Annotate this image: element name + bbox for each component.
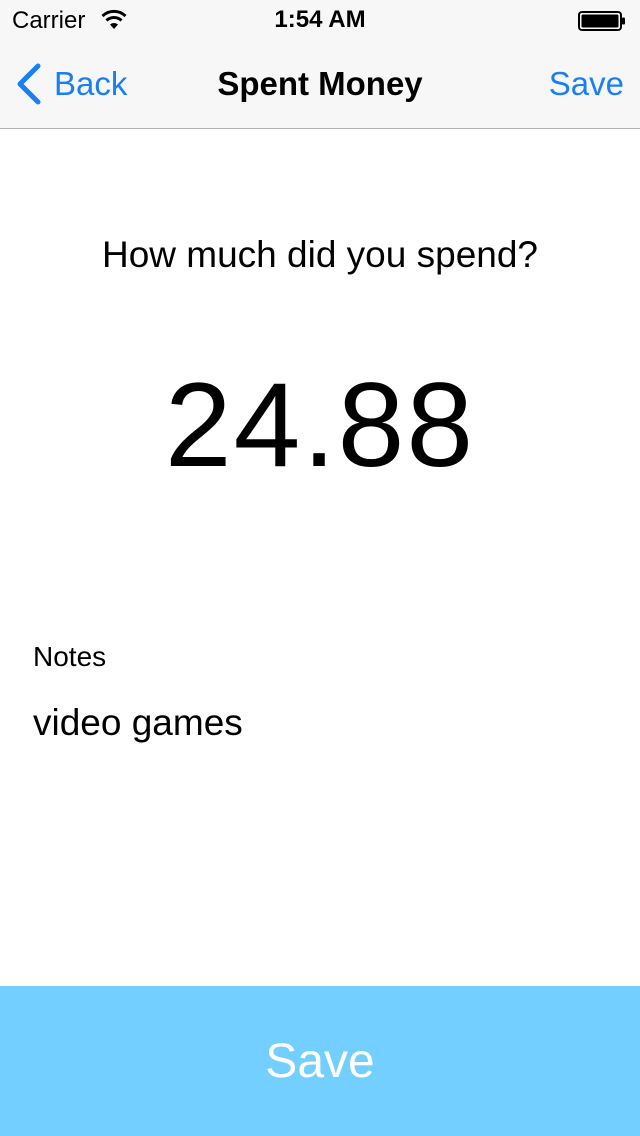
notes-field[interactable]: video games bbox=[33, 700, 243, 746]
status-bar: Carrier 1:54 AM bbox=[0, 0, 640, 40]
page-title: Spent Money bbox=[217, 65, 423, 102]
battery-icon bbox=[578, 11, 625, 31]
amount-input[interactable]: 24.88 bbox=[0, 350, 640, 500]
clock: 1:54 AM bbox=[274, 6, 366, 33]
amount-question: How much did you spend? bbox=[101, 234, 539, 275]
navigation-bar: Back Spent Money Save bbox=[0, 40, 640, 129]
save-button[interactable]: Save bbox=[0, 986, 640, 1136]
nav-save-button[interactable]: Save bbox=[549, 64, 624, 104]
notes-label: Notes bbox=[33, 641, 107, 672]
